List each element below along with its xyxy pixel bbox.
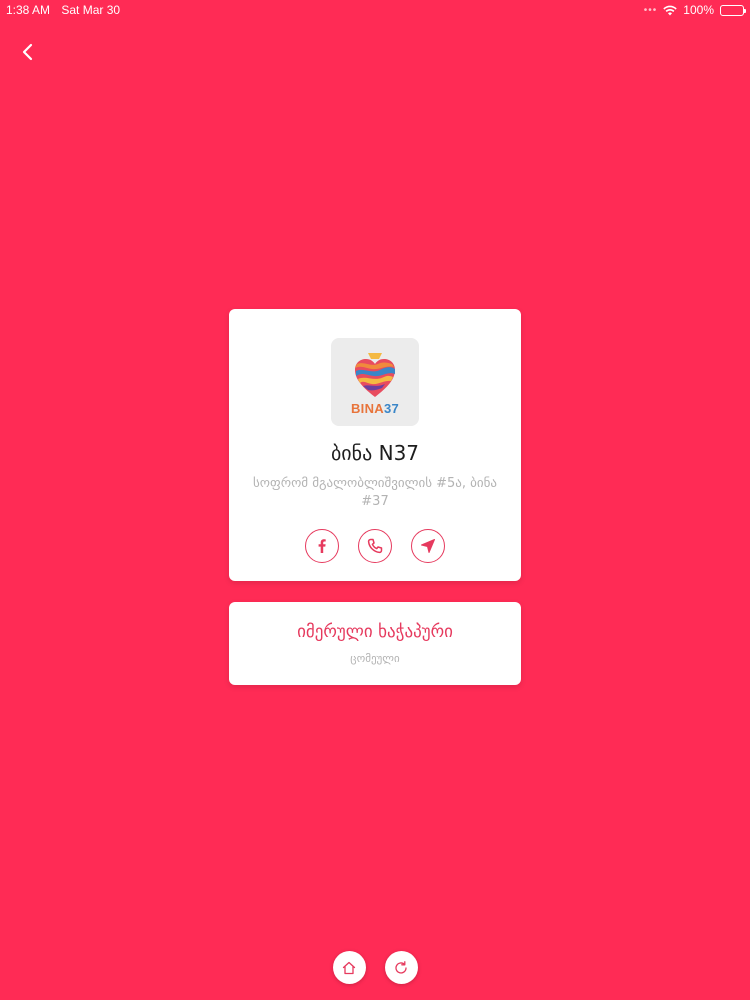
venue-name: ბინა N37 <box>330 441 420 465</box>
home-icon <box>342 961 356 974</box>
battery-percent: 100% <box>683 3 714 17</box>
phone-button[interactable] <box>358 529 392 563</box>
status-right: ••• 100% <box>643 3 746 17</box>
facebook-button[interactable] <box>305 529 339 563</box>
logo-text: BINA37 <box>351 401 399 416</box>
venue-card: BINA37 ბინა N37 სოფრომ მგალობლიშვილის #5… <box>229 309 521 581</box>
home-button[interactable] <box>332 951 366 984</box>
back-button[interactable] <box>14 38 42 66</box>
logo-text-bina: BINA <box>350 400 384 416</box>
status-left: 1:38 AM Sat Mar 30 <box>6 3 128 17</box>
facebook-icon <box>318 539 326 553</box>
dish-category: ცომეული <box>350 652 400 665</box>
status-time: 1:38 AM <box>6 3 51 17</box>
refresh-button[interactable] <box>384 951 418 984</box>
status-bar: 1:38 AM Sat Mar 30 ••• 100% <box>0 0 750 20</box>
venue-address: სოფრომ მგალობლიშვილის #5ა, ბინა #37 <box>252 476 498 509</box>
bottom-bar <box>0 951 750 984</box>
logo-text-number: 37 <box>383 400 400 416</box>
signal-dots-icon: ••• <box>643 4 658 16</box>
refresh-icon <box>395 960 407 974</box>
dish-title: იმერული ხაჭაპური <box>297 622 453 642</box>
phone-icon <box>367 538 383 554</box>
battery-icon <box>720 4 746 16</box>
navigation-icon <box>421 539 435 553</box>
dish-card[interactable]: იმერული ხაჭაპური ცომეული <box>229 602 521 685</box>
venue-actions <box>229 529 521 563</box>
heart-logo-icon <box>355 352 395 397</box>
wifi-icon <box>663 5 677 15</box>
screen: 1:38 AM Sat Mar 30 ••• 100% BINA37 ბინა … <box>0 0 750 1000</box>
venue-logo: BINA37 <box>331 338 419 426</box>
chevron-left-icon <box>22 43 33 61</box>
status-date: Sat Mar 30 <box>61 3 121 17</box>
navigation-button[interactable] <box>411 529 445 563</box>
